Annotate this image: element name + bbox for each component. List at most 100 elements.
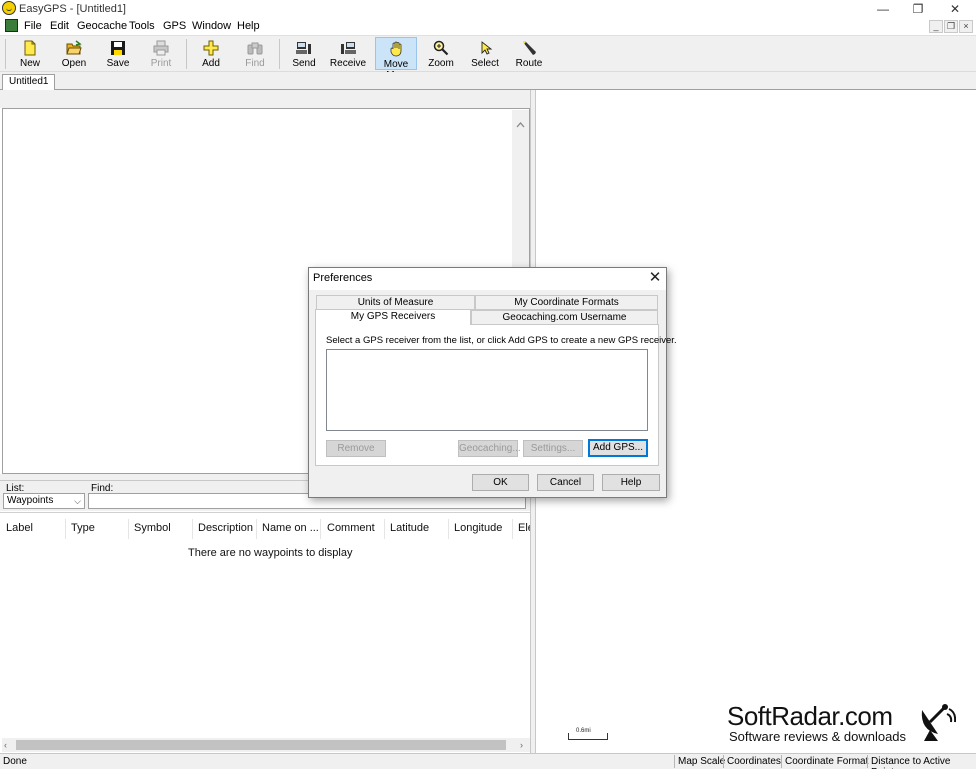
print-button[interactable]: Print [140,37,182,70]
print-label: Print [150,58,172,69]
mdi-minimize-button[interactable]: _ [929,20,943,33]
column-divider[interactable] [256,519,257,539]
send-to-gps-icon [296,42,311,54]
window-title: EasyGPS - [Untitled1] [19,3,126,15]
column-header-description[interactable]: Description [198,522,253,534]
tab-geocaching-username[interactable]: Geocaching.com Username [471,310,658,325]
scroll-up-icon[interactable] [516,122,525,128]
geocaching-button[interactable]: Geocaching... [458,440,521,457]
scroll-right-icon[interactable]: › [520,740,523,750]
mdi-close-button[interactable]: × [959,20,973,33]
ok-button[interactable]: OK [472,474,529,491]
title-bar [0,0,976,18]
route-button[interactable]: Route [508,37,550,70]
mdi-restore-button[interactable]: ❐ [944,20,958,33]
save-button[interactable]: Save [97,37,139,70]
horizontal-scroll-thumb[interactable] [16,740,506,750]
column-header-label[interactable]: Label [6,522,33,534]
dialog-title: Preferences [313,272,373,284]
status-distance-to-active-point: Distance to Active Point [871,756,951,769]
open-button[interactable]: Open [53,37,95,70]
gps-receiver-instructions: Select a GPS receiver from the list, or … [326,335,677,346]
column-divider[interactable] [192,519,193,539]
app-icon [2,1,16,15]
column-header-elevation[interactable]: Ele [518,522,530,534]
column-header-longitude[interactable]: Longitude [454,522,502,534]
status-map-scale: Map Scale [678,756,726,767]
add-button[interactable]: Add [190,37,232,70]
printer-icon [153,40,169,56]
map-scale-bar [568,733,608,740]
open-label: Open [61,58,87,69]
column-divider[interactable] [448,519,449,539]
find-button[interactable]: Find [234,37,276,70]
close-button[interactable]: ✕ [937,0,973,18]
watermark-title: SoftRadar.com [727,701,893,731]
status-divider [723,755,724,768]
column-header-name-on-gps[interactable]: Name on ... [262,522,319,534]
waypoint-table [0,512,530,738]
list-type-select[interactable]: Waypoints ⌵ [3,493,85,509]
menu-window[interactable]: Window [192,20,231,32]
column-divider[interactable] [65,519,66,539]
menu-geocache[interactable]: Geocache [77,20,127,32]
remove-button[interactable]: Remove [326,440,386,457]
cancel-button[interactable]: Cancel [537,474,594,491]
select-button[interactable]: Select [464,37,506,70]
dialog-close-button[interactable]: ✕ [646,268,664,288]
add-gps-button[interactable]: Add GPS... [588,439,648,457]
gps-receiver-list[interactable] [326,349,648,431]
zoom-button[interactable]: Zoom [420,37,462,70]
save-label: Save [106,58,130,69]
menu-tools[interactable]: Tools [129,20,155,32]
tab-units-of-measure[interactable]: Units of Measure [316,295,475,310]
menu-help[interactable]: Help [237,20,260,32]
empty-list-message: There are no waypoints to display [188,547,353,559]
column-header-latitude[interactable]: Latitude [390,522,429,534]
column-header-type[interactable]: Type [71,522,95,534]
detail-pane-header [0,90,534,108]
add-label: Add [202,58,220,69]
route-pencil-icon [523,41,536,55]
menu-file[interactable]: File [24,20,42,32]
open-folder-icon [66,40,82,55]
zoom-magnifier-icon [433,40,449,56]
map-scale-label: 0.6mi [576,728,591,734]
minimize-button[interactable]: — [865,0,901,18]
document-icon[interactable] [5,19,18,32]
receive-label: Receive [329,58,367,69]
status-text: Done [3,756,27,767]
status-divider [781,755,782,768]
find-label-tb: Find [245,58,265,69]
binoculars-icon [247,42,263,55]
settings-button[interactable]: Settings... [523,440,583,457]
send-label: Send [292,58,316,69]
restore-button[interactable]: ❐ [900,0,936,18]
tab-untitled1[interactable]: Untitled1 [2,74,56,90]
new-label: New [19,58,40,69]
zoom-label: Zoom [428,58,454,69]
column-divider[interactable] [128,519,129,539]
move-map-button[interactable]: Move Map [375,37,417,81]
status-divider [674,755,675,768]
status-coordinate-format: Coordinate Format [785,756,869,767]
new-button[interactable]: New [9,37,51,70]
save-disk-icon [111,41,125,55]
tab-my-coordinate-formats[interactable]: My Coordinate Formats [475,295,658,310]
column-header-symbol[interactable]: Symbol [134,522,171,534]
receive-button[interactable]: Receive [327,37,369,70]
toolbar-separator [279,39,280,69]
column-header-comment[interactable]: Comment [327,522,375,534]
list-type-value: Waypoints [7,495,54,506]
menu-gps[interactable]: GPS [163,20,186,32]
column-divider[interactable] [512,519,513,539]
column-divider[interactable] [320,519,321,539]
menu-edit[interactable]: Edit [50,20,69,32]
satellite-dish-icon [921,704,956,741]
tab-my-gps-receivers[interactable]: My GPS Receivers [315,309,471,325]
document-tab-strip [0,72,976,90]
column-divider[interactable] [384,519,385,539]
help-button[interactable]: Help [602,474,660,491]
send-button[interactable]: Send [283,37,325,70]
scroll-left-icon[interactable]: ‹ [4,740,7,750]
